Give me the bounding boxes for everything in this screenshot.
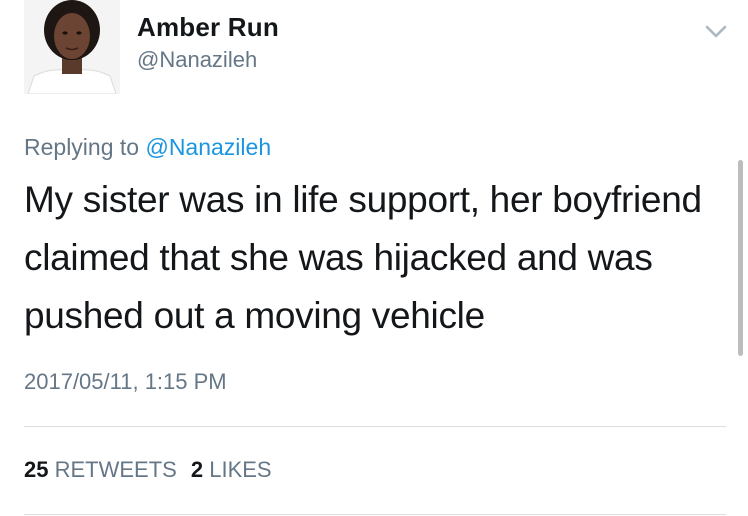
tweet-text: My sister was in life support, her boyfr…: [24, 179, 702, 336]
likes-stat[interactable]: 2 LIKES: [191, 457, 272, 482]
retweets-stat[interactable]: 25 RETWEETS: [24, 457, 177, 482]
avatar[interactable]: [24, 0, 120, 94]
avatar-photo: [24, 0, 120, 94]
reply-context: Replying to @Nanazileh: [24, 134, 271, 161]
likes-label: LIKES: [209, 457, 272, 482]
scrollbar[interactable]: [738, 160, 743, 356]
retweets-count: 25: [24, 457, 49, 482]
retweets-label: RETWEETS: [54, 457, 177, 482]
reply-prefix: Replying to: [24, 134, 140, 160]
divider: [24, 426, 726, 427]
reply-mention-link[interactable]: @Nanazileh: [145, 134, 271, 160]
tweet-stats: 25 RETWEETS 2 LIKES: [24, 457, 272, 483]
tweet-timestamp[interactable]: 2017/05/11, 1:15 PM: [24, 369, 227, 395]
chevron-down-icon[interactable]: [702, 18, 730, 44]
likes-count: 2: [190, 457, 204, 482]
divider: [24, 514, 726, 515]
user-handle[interactable]: @Nanazileh: [137, 47, 257, 73]
display-name[interactable]: Amber Run: [137, 12, 279, 43]
